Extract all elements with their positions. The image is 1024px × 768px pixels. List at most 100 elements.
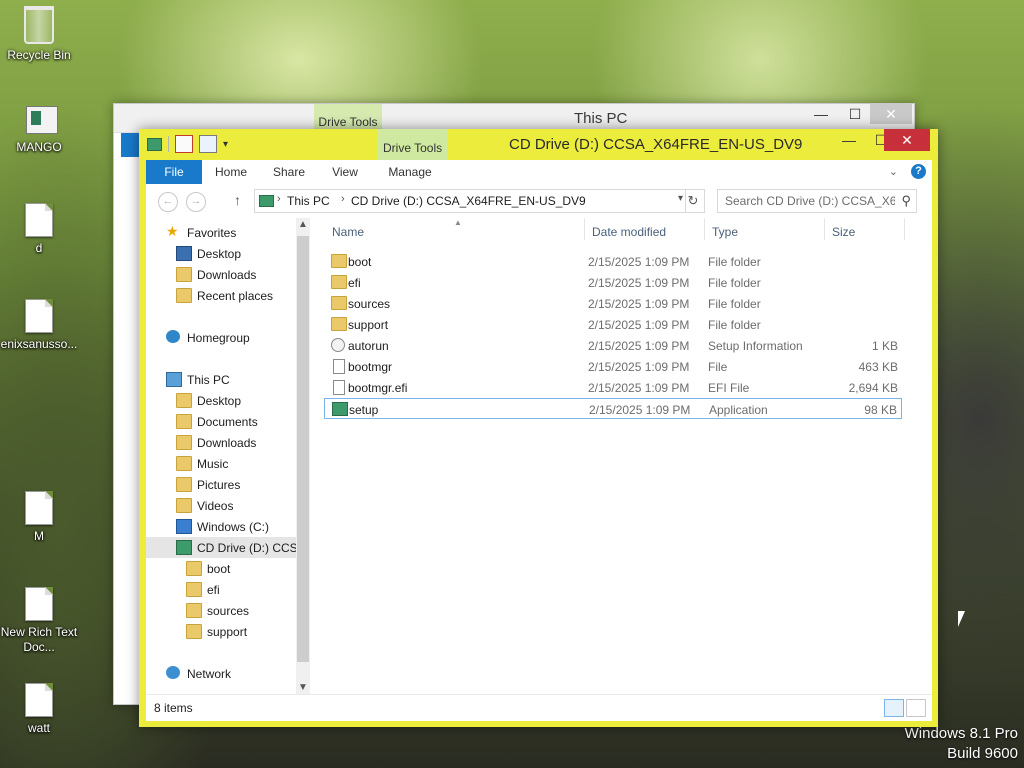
scroll-down-icon[interactable]: ▼ [298,682,308,693]
nav-item-this-pc[interactable]: This PC [146,369,296,390]
up-button[interactable]: ↑ [234,192,241,208]
nav-item-documents[interactable]: Documents [146,411,296,432]
background-minimize-button[interactable]: — [804,104,838,124]
tab-share[interactable]: Share [266,160,312,184]
folder-icon [176,498,192,513]
file-row-bootmgr[interactable]: bootmgr 2/15/2025 1:09 PM File 463 KB [324,356,902,377]
nav-item-sources[interactable]: sources [146,600,296,621]
background-file-tab[interactable] [121,133,141,157]
desktop-icon-mango[interactable]: MANGO [0,106,78,155]
desktop-icon-enixsanusso[interactable]: enixsanusso... [0,299,78,352]
background-maximize-button[interactable]: ☐ [838,104,872,124]
file-date: 2/15/2025 1:09 PM [588,339,690,353]
nav-item-boot[interactable]: boot [146,558,296,579]
forward-button[interactable]: → [186,192,206,212]
file-list: ▲ Name Date modified Type Size boot 2/15… [310,218,932,694]
column-header-date[interactable]: Date modified [592,225,666,239]
column-divider[interactable] [824,218,825,240]
address-bar[interactable]: › This PC › CD Drive (D:) CCSA_X64FRE_EN… [254,189,686,213]
minimize-button[interactable]: — [833,129,865,151]
nav-item-network[interactable]: Network [146,663,296,684]
search-box[interactable]: Search CD Drive (D:) CCSA_X6... ⚲ [717,189,917,213]
nav-item-label: Pictures [197,478,241,492]
tab-view[interactable]: View [324,160,366,184]
search-input[interactable]: Search CD Drive (D:) CCSA_X6... [725,194,895,208]
column-divider[interactable] [704,218,705,240]
nav-item-desktop[interactable]: Desktop [146,243,296,264]
properties-icon[interactable] [175,135,193,153]
desktop-icon-m[interactable]: M [0,491,78,544]
file-row-support[interactable]: support 2/15/2025 1:09 PM File folder [324,314,902,335]
back-button[interactable]: ← [158,192,178,212]
help-icon[interactable]: ? [911,164,926,179]
file-type: File [708,360,728,374]
breadcrumb-separator-icon[interactable]: › [341,193,345,205]
nav-item-recent-places[interactable]: Recent places [146,285,296,306]
desktop-icon-recycle-bin[interactable]: Recycle Bin [0,6,78,63]
column-header-type[interactable]: Type [712,225,738,239]
details-view-button[interactable] [884,699,904,717]
search-icon[interactable]: ⚲ [901,193,911,209]
new-folder-icon[interactable] [199,135,217,153]
scrollbar-thumb[interactable] [297,236,309,662]
item-count: 8 items [154,701,193,715]
background-close-button[interactable]: ✕ [870,104,912,124]
file-name: autorun [348,339,389,353]
nav-item-homegroup[interactable]: Homegroup [146,327,296,348]
file-row-sources[interactable]: sources 2/15/2025 1:09 PM File folder [324,293,902,314]
file-size: 2,694 KB [848,381,898,395]
nav-item-support[interactable]: support [146,621,296,642]
breadcrumb-separator-icon[interactable]: › [277,193,281,205]
desktop-icon-new-rich-text[interactable]: New Rich Text Doc... [0,587,78,655]
desktop-icon-label: watt [27,721,50,735]
breadcrumb-cd-drive[interactable]: CD Drive (D:) CCSA_X64FRE_EN-US_DV9 [351,194,586,208]
file-size: 98 KB [864,403,897,417]
file-icon [333,380,345,395]
desktop-icon-watt[interactable]: watt [0,683,78,736]
file-name: sources [348,297,391,311]
explorer-window[interactable]: ▾ Drive Tools CD Drive (D:) CCSA_X64FRE_… [139,129,938,727]
nav-item-label: Videos [197,499,234,513]
scroll-up-icon[interactable]: ▲ [298,219,308,230]
refresh-button[interactable]: ↻ [682,189,705,213]
column-header-name[interactable]: Name [332,225,364,239]
column-header-size[interactable]: Size [832,225,855,239]
column-divider[interactable] [584,218,585,240]
document-icon [25,683,53,717]
nav-item-pc-desktop[interactable]: Desktop [146,390,296,411]
nav-item-videos[interactable]: Videos [146,495,296,516]
customize-toolbar-icon[interactable]: ▾ [223,139,228,150]
tab-file[interactable]: File [146,160,202,184]
nav-item-windows-c[interactable]: Windows (C:) [146,516,296,537]
background-context-tab[interactable]: Drive Tools [314,104,382,132]
breadcrumb-this-pc[interactable]: This PC [287,194,330,208]
close-button[interactable]: ✕ [884,129,930,151]
file-row-setup[interactable]: setup 2/15/2025 1:09 PM Application 98 K… [324,398,902,419]
file-row-boot[interactable]: boot 2/15/2025 1:09 PM File folder [324,251,902,272]
column-divider[interactable] [904,218,905,240]
nav-item-favorites[interactable]: ★ Favorites [146,222,296,243]
nav-item-pc-downloads[interactable]: Downloads [146,432,296,453]
nav-item-label: Downloads [197,268,257,282]
app-icon [26,106,58,134]
mouse-cursor-icon [958,611,965,627]
window-titlebar[interactable]: ▾ Drive Tools CD Drive (D:) CCSA_X64FRE_… [139,129,938,161]
nav-item-downloads[interactable]: Downloads [146,264,296,285]
nav-item-label: CD Drive (D:) CCS [197,541,296,555]
large-icons-view-button[interactable] [906,699,926,717]
nav-item-efi[interactable]: efi [146,579,296,600]
nav-item-music[interactable]: Music [146,453,296,474]
navigation-scrollbar[interactable]: ▲ ▼ [296,218,310,694]
nav-item-pictures[interactable]: Pictures [146,474,296,495]
file-row-efi[interactable]: efi 2/15/2025 1:09 PM File folder [324,272,902,293]
tab-home[interactable]: Home [210,160,252,184]
tab-manage[interactable]: Manage [382,160,438,184]
star-icon: ★ [166,223,179,239]
nav-item-cd-drive[interactable]: CD Drive (D:) CCS [146,537,296,558]
file-row-autorun[interactable]: autorun 2/15/2025 1:09 PM Setup Informat… [324,335,902,356]
context-tab-drive-tools[interactable]: Drive Tools [377,129,447,161]
file-date: 2/15/2025 1:09 PM [588,255,690,269]
desktop-icon-d[interactable]: d [0,203,78,256]
expand-ribbon-icon[interactable]: ⌄ [889,165,898,178]
file-row-bootmgr-efi[interactable]: bootmgr.efi 2/15/2025 1:09 PM EFI File 2… [324,377,902,398]
